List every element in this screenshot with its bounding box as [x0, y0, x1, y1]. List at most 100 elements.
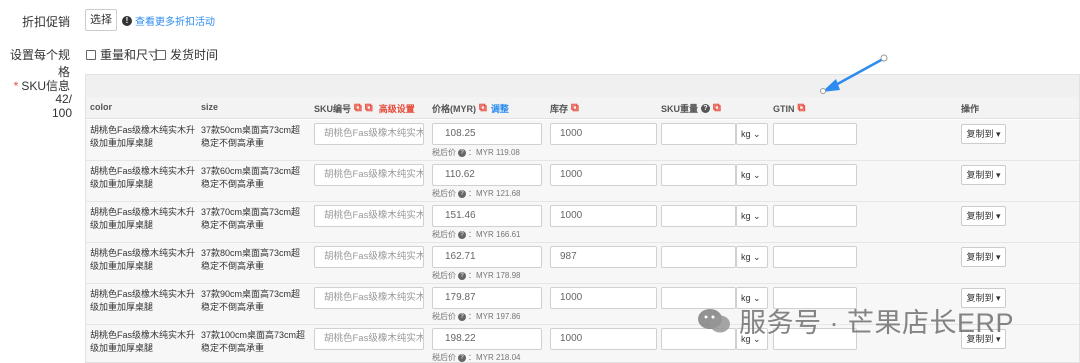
- checkbox-icon[interactable]: [86, 49, 96, 60]
- stock-input[interactable]: 1000: [550, 205, 657, 227]
- table-row: 胡桃色Fas级橡木纯实木升级加重加厚桌腿 37款80cm桌面高73cm超稳定不倒高…: [86, 243, 1079, 284]
- stock-input[interactable]: 1000: [550, 123, 657, 145]
- header-gtin: GTIN ⧉: [773, 102, 805, 115]
- sku-code-input[interactable]: 胡桃色Fas级橡木纯实木: [314, 328, 424, 350]
- weight-input[interactable]: [661, 164, 736, 186]
- sku-code-input[interactable]: 胡桃色Fas级橡木纯实木: [314, 164, 424, 186]
- sku-code-input[interactable]: 胡桃色Fas级橡木纯实木: [314, 246, 424, 268]
- header-gtin-text: GTIN: [773, 103, 795, 114]
- checkbox-icon[interactable]: [156, 49, 166, 60]
- select-button[interactable]: 选择: [85, 9, 117, 31]
- post-tax-price: 税后价?： MYR 121.68: [432, 188, 520, 199]
- gtin-input[interactable]: [773, 246, 857, 268]
- price-input[interactable]: 110.62: [432, 164, 542, 186]
- price-input[interactable]: 179.87: [432, 287, 542, 309]
- size-cell: 37款60cm桌面高73cm超稳定不倒高承重: [201, 166, 301, 189]
- chevron-down-icon: ⌄: [753, 211, 761, 221]
- header-size: size: [201, 102, 219, 112]
- color-cell: 胡桃色Fas级橡木纯实木升级加重加厚桌腿: [90, 289, 196, 312]
- stock-input[interactable]: 1000: [550, 328, 657, 350]
- weight-unit-select[interactable]: kg ⌄: [736, 164, 768, 186]
- copy-to-button[interactable]: 复制到 ▾: [961, 247, 1006, 267]
- batch-edit-icon[interactable]: ⧉: [354, 102, 362, 115]
- price-input[interactable]: 162.71: [432, 246, 542, 268]
- help-icon[interactable]: ?: [458, 189, 466, 198]
- post-tax-value: MYR 197.86: [476, 312, 521, 321]
- help-icon[interactable]: ?: [458, 312, 466, 321]
- advanced-settings-link[interactable]: 高级设置: [379, 102, 415, 115]
- discount-label: 折扣促销: [21, 15, 70, 29]
- stock-input[interactable]: 1000: [550, 164, 657, 186]
- gtin-input[interactable]: [773, 164, 857, 186]
- post-tax-value: MYR 218.04: [476, 353, 521, 362]
- batch-edit-icon[interactable]: ⧉: [571, 102, 579, 115]
- copy-to-button[interactable]: 复制到 ▾: [961, 124, 1006, 144]
- post-tax-sep: ：: [468, 189, 476, 198]
- header-color: color: [90, 102, 113, 112]
- batch-edit-icon[interactable]: ⧉: [798, 102, 806, 115]
- price-input[interactable]: 151.46: [432, 205, 542, 227]
- gtin-input[interactable]: [773, 123, 857, 145]
- table-row: 胡桃色Fas级橡木纯实木升级加重加厚桌腿 37款60cm桌面高73cm超稳定不倒高…: [86, 161, 1079, 202]
- weight-input[interactable]: [661, 246, 736, 268]
- stock-input[interactable]: 987: [550, 246, 657, 268]
- sku-label-text: SKU信息: [21, 79, 70, 93]
- weight-input[interactable]: [661, 123, 736, 145]
- copy-to-label: 复制到: [966, 211, 994, 221]
- post-tax-price: 税后价?： MYR 178.98: [432, 270, 520, 281]
- caret-down-icon: ▾: [996, 129, 1001, 139]
- post-tax-value: MYR 119.08: [476, 148, 520, 157]
- info-icon: !: [122, 15, 132, 26]
- post-tax-sep: ：: [468, 230, 476, 239]
- weight-unit-select[interactable]: kg ⌄: [736, 123, 768, 145]
- copy-to-button[interactable]: 复制到 ▾: [961, 165, 1006, 185]
- table-row: 胡桃色Fas级橡木纯实木升级加重加厚桌腿 37款70cm桌面高73cm超稳定不倒高…: [86, 202, 1079, 243]
- copy-to-button[interactable]: 复制到 ▾: [961, 206, 1006, 226]
- help-icon[interactable]: ?: [701, 104, 711, 113]
- post-tax-value: MYR 121.68: [476, 189, 521, 198]
- help-icon[interactable]: ?: [458, 148, 466, 157]
- color-cell: 胡桃色Fas级橡木纯实木升级加重加厚桌腿: [90, 207, 196, 230]
- weight-size-checkbox[interactable]: 重量和尺寸: [86, 46, 160, 63]
- stock-input[interactable]: 1000: [550, 287, 657, 309]
- size-cell: 37款50cm桌面高73cm超稳定不倒高承重: [201, 125, 301, 148]
- weight-input[interactable]: [661, 205, 736, 227]
- batch-edit-icon[interactable]: ⧉: [479, 102, 487, 115]
- post-tax-price: 税后价?： MYR 197.86: [432, 311, 520, 322]
- sku-code-input[interactable]: 胡桃色Fas级橡木纯实木: [314, 287, 424, 309]
- color-cell: 胡桃色Fas级橡木纯实木升级加重加厚桌腿: [90, 125, 196, 148]
- post-tax-label: 税后价: [432, 353, 456, 362]
- post-tax-label: 税后价: [432, 312, 456, 321]
- required-mark: *: [13, 79, 19, 93]
- more-discount-text[interactable]: 查看更多折扣活动: [135, 13, 215, 28]
- adjust-price-link[interactable]: 调整: [491, 102, 509, 115]
- help-icon[interactable]: ?: [458, 230, 466, 239]
- size-cell: 37款90cm桌面高73cm超稳定不倒高承重: [201, 289, 301, 312]
- post-tax-value: MYR 178.98: [476, 271, 521, 280]
- post-tax-price: 税后价?： MYR 218.04: [432, 352, 521, 362]
- ship-time-checkbox[interactable]: 发货时间: [156, 46, 218, 63]
- batch-edit-icon[interactable]: ⧉: [713, 102, 721, 115]
- post-tax-sep: ：: [468, 312, 476, 321]
- header-stock-text: 库存: [550, 104, 569, 114]
- post-tax-sep: ：: [468, 148, 476, 157]
- sku-code-input[interactable]: 胡桃色Fas级橡木纯实木: [314, 205, 424, 227]
- weight-unit-select[interactable]: kg ⌄: [736, 205, 768, 227]
- header-sku-code-text: SKU编号: [314, 104, 352, 114]
- help-icon[interactable]: ?: [458, 353, 466, 362]
- chevron-down-icon: ⌄: [753, 252, 761, 262]
- post-tax-value: MYR 166.61: [476, 230, 521, 239]
- weight-unit-select[interactable]: kg ⌄: [736, 246, 768, 268]
- help-icon[interactable]: ?: [458, 271, 466, 280]
- copy-to-label: 复制到: [966, 170, 994, 180]
- chevron-down-icon: ⌄: [753, 170, 761, 180]
- batch-copy-icon[interactable]: ⧉: [365, 102, 373, 115]
- price-input[interactable]: 108.25: [432, 123, 542, 145]
- post-tax-price: 税后价?： MYR 119.08: [432, 147, 520, 158]
- sku-code-input[interactable]: 胡桃色Fas级橡木纯实木: [314, 123, 424, 145]
- price-input[interactable]: 198.22: [432, 328, 542, 350]
- unit-value: kg: [741, 170, 751, 180]
- unit-value: kg: [741, 252, 751, 262]
- gtin-input[interactable]: [773, 205, 857, 227]
- more-discount-link[interactable]: ! 查看更多折扣活动: [122, 13, 215, 28]
